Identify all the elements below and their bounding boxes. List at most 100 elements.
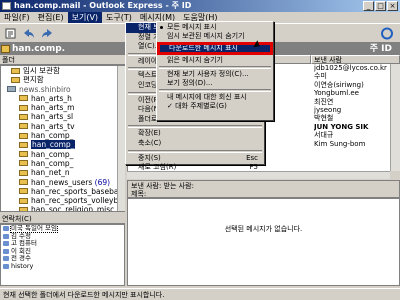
folder-icon	[11, 76, 20, 83]
message-from: JUN YONG SIK	[314, 122, 369, 131]
folder-item[interactable]: han_comp_	[1, 131, 124, 140]
contact-card-icon	[3, 256, 9, 261]
folder-label: han_soc_religion_misc	[31, 205, 115, 212]
folder-item[interactable]: han_news_users (69)	[1, 178, 124, 187]
folder-icon	[19, 151, 28, 158]
title-bar: han.comp.mail - Outlook Express - 주 ID	[0, 0, 400, 12]
folder-icon	[19, 95, 28, 102]
radio-dot-icon	[160, 26, 163, 29]
folder-item[interactable]: news.shinbiro	[1, 85, 124, 94]
forward-icon[interactable]	[40, 27, 54, 40]
contact-name: history	[11, 261, 34, 270]
submenu-item[interactable]: 보기 정의(D)...	[157, 79, 273, 88]
status-bar: 현재 선택한 폴더에서 다운로드한 메시지만 표시합니다.	[0, 288, 400, 300]
window-title: han.comp.mail - Outlook Express - 주 ID	[14, 1, 192, 10]
view-menu-item[interactable]: 중지(S) Esc	[126, 154, 264, 164]
folder-icon	[19, 123, 28, 130]
folder-item[interactable]: han_rec_sports_volleyball (85)	[1, 196, 124, 205]
folder-icon	[19, 113, 28, 120]
folder-item[interactable]: han_rec_sports_baseball (37)	[1, 187, 124, 196]
folder-label: han_rec_sports_baseball	[31, 186, 123, 196]
folder-label: han_net_n	[31, 168, 70, 178]
folder-icon	[1, 45, 10, 53]
submenu-item[interactable]: 읽은 메시지 숨기기	[157, 56, 273, 65]
folder-item[interactable]: han_arts_tv	[1, 122, 124, 131]
menu-separator	[159, 66, 271, 69]
preview-from-label: 보낸 사람:	[131, 182, 162, 190]
identity-label: 주 ID	[369, 44, 392, 54]
contact-card-icon	[3, 248, 9, 254]
contacts-header[interactable]: 연락처(C)	[0, 214, 125, 224]
folder-item[interactable]: 편지함	[1, 75, 124, 84]
preview-empty-text: 선택된 메시지가 없습니다.	[224, 225, 303, 233]
folder-item[interactable]: han_arts_sl	[1, 112, 124, 121]
menu-file[interactable]: 파일(F)	[0, 12, 34, 23]
submenu-item[interactable]: ✓ 대화 주제별로(G)	[157, 102, 273, 111]
folder-label: han_rec_sports_volleyball	[31, 196, 125, 206]
folder-item[interactable]: han_arts_h	[1, 94, 124, 103]
preview-pane: 선택된 메시지가 없습니다.	[127, 198, 400, 286]
menu-item-label: 보기 정의(D)...	[167, 79, 213, 87]
view-menu-item[interactable]: 확장(E)	[126, 129, 264, 139]
menu-item-label: 중지(S)	[138, 153, 161, 162]
menu-item-label: 다운로드한 메시지 표시	[169, 44, 238, 52]
app-icon	[2, 2, 11, 10]
folder-label: han_news_users	[31, 177, 93, 187]
folder-label: han_arts_tv	[31, 121, 75, 131]
folder-icon	[19, 132, 28, 139]
contacts-list[interactable]: 미국 독일어 모임 김 수정 고 컴퓨터 이 회진 전 경수 history	[0, 224, 125, 286]
submenu-item[interactable]: 현재 보기 사용자 정의(C)...	[157, 70, 273, 79]
folder-icon	[19, 160, 28, 167]
message-list-scrollbar[interactable]	[390, 64, 400, 171]
folder-tree-scrollbar[interactable]	[117, 66, 125, 211]
folder-title: han.comp.	[12, 44, 66, 54]
window-controls: _ □ ×	[363, 1, 398, 11]
menu-item-label: 확장(E)	[138, 129, 161, 138]
close-button[interactable]: ×	[387, 1, 398, 11]
reply-icon[interactable]	[22, 27, 36, 40]
shortcut-label: Esc	[246, 153, 258, 162]
shortcut-label: F5	[249, 163, 258, 172]
maximize-button[interactable]: □	[375, 1, 386, 11]
submenu-item[interactable]: 모든 메시지 표시	[157, 23, 273, 32]
folder-item[interactable]: han_net_n	[1, 168, 124, 177]
folder-icon	[19, 141, 28, 148]
submenu-item[interactable]: 임시 보관된 메시지 숨기기	[157, 32, 273, 41]
contact-card-icon	[3, 241, 9, 246]
message-from: Kim Sung-bom	[314, 139, 366, 148]
folder-item[interactable]: han_comp_	[1, 150, 124, 159]
folder-item[interactable]: han_soc_religion_misc (100)	[1, 205, 124, 212]
folder-tree[interactable]: 임시 보관함 편지함 news.shinbiro han_arts_h han_arts…	[0, 65, 125, 212]
folder-icon	[11, 67, 20, 74]
ie-logo-icon	[381, 27, 393, 40]
message-from: 수미	[314, 72, 327, 81]
folder-item[interactable]: han_comp_	[1, 140, 124, 150]
status-text: 현재 선택한 폴더에서 다운로드한 메시지만 표시합니다.	[3, 291, 165, 299]
submenu-item[interactable]: 내 메시지에 대한 회신 표시	[157, 93, 273, 102]
menu-separator	[128, 149, 262, 153]
folder-item[interactable]: 임시 보관함	[1, 66, 124, 75]
menu-separator	[159, 89, 271, 92]
message-from: 서대규	[314, 131, 334, 140]
message-from: jdb1025@lycos.co.kr	[314, 64, 387, 72]
menu-item-label: 임시 보관된 메시지 숨기기	[167, 32, 245, 40]
new-post-icon[interactable]	[4, 27, 18, 40]
column-from[interactable]: 보낸 사람	[311, 55, 400, 64]
menu-view[interactable]: 보기(V)	[67, 12, 103, 23]
menu-item-label: 읽은 메시지 숨기기	[167, 56, 223, 64]
folder-label: 편지함	[23, 75, 44, 85]
preview-subject-label: 제목:	[131, 190, 147, 198]
folder-icon	[19, 206, 28, 211]
folder-label: han_comp_	[31, 158, 74, 168]
menu-edit[interactable]: 편집(E)	[34, 12, 68, 23]
minimize-button[interactable]: _	[363, 1, 374, 11]
view-menu-item[interactable]: 축소(C)	[126, 139, 264, 149]
folder-item[interactable]: han_arts_m	[1, 103, 124, 112]
folder-icon	[19, 169, 28, 176]
view-menu-item[interactable]: 새로 고침(R) F5	[126, 163, 264, 173]
message-from: Yongbuml.ee	[314, 89, 359, 98]
folder-item[interactable]: han_comp_	[1, 159, 124, 168]
folder-label: han_comp_	[31, 140, 76, 150]
folder-label: han_arts_h	[31, 93, 72, 103]
contact-item[interactable]: history	[1, 261, 124, 271]
